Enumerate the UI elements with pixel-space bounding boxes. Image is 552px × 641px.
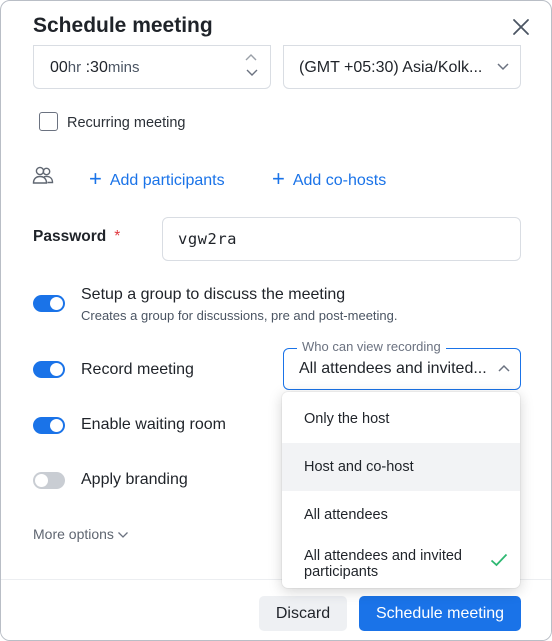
duration-hours: 00 xyxy=(50,59,68,76)
chevron-down-icon[interactable] xyxy=(245,69,259,77)
recording-access-value: All attendees and invited... xyxy=(299,360,487,377)
branding-label: Apply branding xyxy=(81,471,188,488)
duration-minutes: 30 xyxy=(90,59,108,76)
group-toggle[interactable] xyxy=(33,295,65,312)
duration-minutes-unit: mins xyxy=(107,59,140,76)
menu-item-only-host[interactable]: Only the host xyxy=(282,392,520,443)
timezone-value: (GMT +05:30) Asia/Kolk... xyxy=(299,59,483,76)
menu-item-label: All attendees xyxy=(304,507,388,523)
chevron-down-icon xyxy=(497,63,509,71)
menu-item-label: Only the host xyxy=(304,411,390,427)
branding-toggle[interactable] xyxy=(33,472,65,489)
menu-item-label-line2: participants xyxy=(304,564,379,580)
menu-item-host-cohost[interactable]: Host and co-host xyxy=(282,443,520,491)
add-cohosts-button[interactable]: + Add co-hosts xyxy=(272,165,386,191)
close-icon[interactable] xyxy=(509,15,533,39)
dialog-title: Schedule meeting xyxy=(33,14,213,37)
group-label: Setup a group to discuss the meeting xyxy=(81,286,346,303)
record-toggle[interactable] xyxy=(33,361,65,378)
plus-icon: + xyxy=(272,166,285,191)
schedule-meeting-button[interactable]: Schedule meeting xyxy=(359,596,521,631)
record-label: Record meeting xyxy=(81,361,194,378)
password-label: Password * xyxy=(33,228,120,246)
password-value: vgw2ra xyxy=(178,230,237,248)
schedule-meeting-dialog: Schedule meeting 00hr :30mins (GMT +05:3… xyxy=(0,0,552,641)
discard-button[interactable]: Discard xyxy=(259,596,347,631)
required-mark: * xyxy=(114,228,121,245)
toggle-knob xyxy=(50,419,63,432)
recording-access-menu: Only the host Host and co-host All atten… xyxy=(282,392,520,588)
chevron-down-icon xyxy=(117,532,128,539)
menu-item-label-line1: All attendees and invited xyxy=(304,548,462,564)
recording-access-select[interactable]: All attendees and invited... xyxy=(283,348,521,390)
duration-hours-unit: hr xyxy=(67,59,82,76)
recording-access-legend: Who can view recording xyxy=(297,339,446,354)
recurring-checkbox[interactable] xyxy=(39,112,58,131)
menu-item-label: Host and co-host xyxy=(304,459,414,475)
menu-item-all-attendees[interactable]: All attendees xyxy=(282,491,520,539)
add-cohosts-label: Add co-hosts xyxy=(292,172,387,189)
more-options-label: More options xyxy=(33,526,114,542)
people-icon xyxy=(32,166,54,184)
plus-icon: + xyxy=(89,166,102,191)
add-participants-label: Add participants xyxy=(109,172,225,189)
menu-item-all-attendees-invited[interactable]: All attendees and invited participants xyxy=(282,539,520,588)
chevron-up-icon[interactable] xyxy=(244,53,258,61)
add-participants-button[interactable]: + Add participants xyxy=(89,165,225,191)
toggle-knob xyxy=(50,363,63,376)
password-input[interactable]: vgw2ra xyxy=(162,217,521,261)
group-sublabel: Creates a group for discussions, pre and… xyxy=(81,308,398,323)
duration-field[interactable]: 00hr :30mins xyxy=(33,45,271,89)
toggle-knob xyxy=(35,474,48,487)
toggle-knob xyxy=(50,297,63,310)
checkmark-icon xyxy=(490,553,508,567)
recurring-label: Recurring meeting xyxy=(67,115,186,131)
waiting-room-label: Enable waiting room xyxy=(81,416,226,433)
chevron-up-icon xyxy=(498,364,510,372)
timezone-select[interactable]: (GMT +05:30) Asia/Kolk... xyxy=(283,45,521,89)
waiting-room-toggle[interactable] xyxy=(33,417,65,434)
more-options-button[interactable]: More options xyxy=(33,526,129,542)
password-label-text: Password xyxy=(33,228,107,245)
